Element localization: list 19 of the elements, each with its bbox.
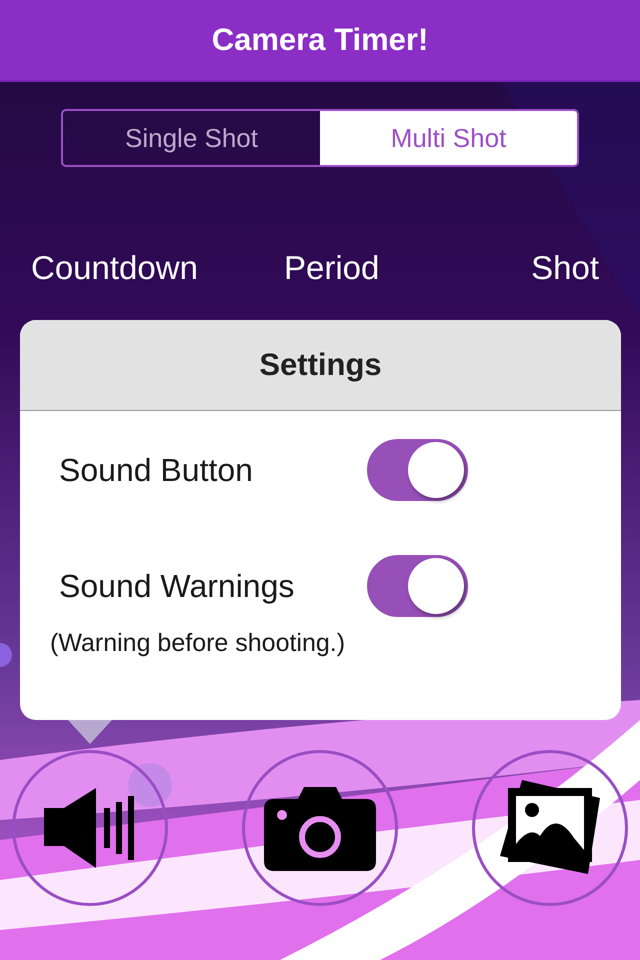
app-title: Camera Timer!: [212, 22, 428, 58]
toggle-switch[interactable]: [367, 439, 468, 501]
toggle-switch[interactable]: [367, 555, 468, 617]
speaker-icon: [44, 788, 136, 868]
popover-pointer: [68, 720, 112, 744]
toolbar-button[interactable]: [242, 750, 398, 906]
pictures-icon: [500, 780, 600, 876]
column-heading: Countdown: [31, 249, 199, 287]
setting-label: Sound Button: [59, 452, 254, 488]
toolbar-button[interactable]: [12, 750, 168, 906]
mode-tab[interactable]: Multi Shot: [320, 111, 577, 165]
toolbar-button[interactable]: [472, 750, 628, 906]
popover-title: Settings: [259, 347, 382, 383]
column-heading: Period: [284, 249, 380, 287]
setting-label: Sound Warnings: [59, 568, 296, 604]
column-heading: Shot: [531, 249, 599, 287]
camera-icon: [264, 785, 376, 871]
setting-note: (Warning before shooting.): [50, 629, 346, 658]
mode-tab[interactable]: Single Shot: [63, 111, 320, 165]
